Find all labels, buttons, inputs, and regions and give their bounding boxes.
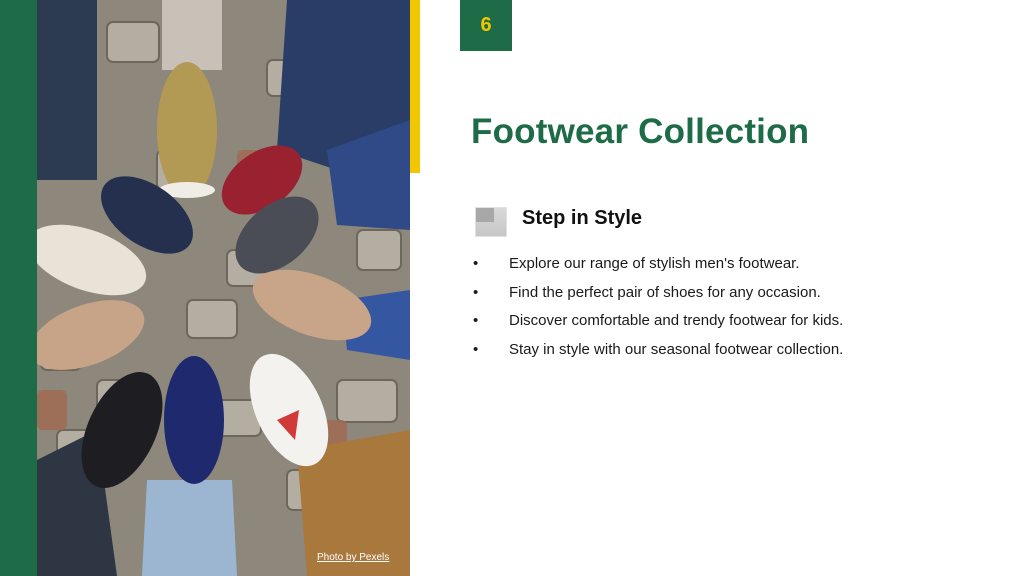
subheading: Step in Style — [522, 207, 643, 229]
bullet-list: • Explore our range of stylish men's foo… — [470, 253, 843, 367]
bullet-text: Explore our range of stylish men's footw… — [509, 255, 800, 272]
bullet-text: Stay in style with our seasonal footwear… — [509, 340, 844, 358]
slide-title: Footwear Collection — [471, 112, 810, 151]
bullet-text: Find the perfect pair of shoes for any o… — [509, 283, 821, 301]
list-item: • Discover comfortable and trendy footwe… — [470, 310, 843, 339]
bullet-dot: • — [473, 340, 479, 358]
placeholder-image-icon — [475, 207, 507, 237]
bullet-dot: • — [473, 312, 479, 329]
list-item: • Explore our range of stylish men's foo… — [470, 253, 843, 282]
page-number-badge: 6 — [460, 0, 512, 51]
shoes-photo — [37, 0, 410, 576]
list-item: • Stay in style with our seasonal footwe… — [470, 339, 843, 368]
left-brand-bar — [0, 0, 37, 576]
accent-bar — [410, 0, 420, 173]
bullet-dot: • — [473, 283, 479, 301]
bullet-dot: • — [473, 255, 479, 272]
slide: 6 Footwear Collection Step in Style • Ex… — [0, 0, 1024, 576]
photo-credit-link[interactable]: Photo by Pexels — [317, 552, 389, 563]
list-item: • Find the perfect pair of shoes for any… — [470, 282, 843, 311]
bullet-text: Discover comfortable and trendy footwear… — [509, 312, 844, 329]
